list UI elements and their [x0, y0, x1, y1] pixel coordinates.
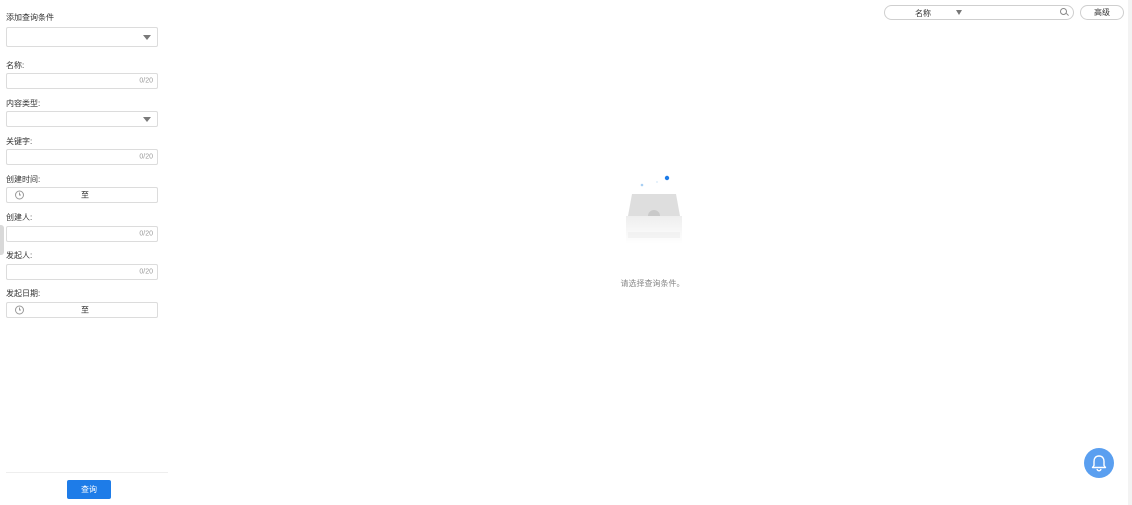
keyword-label: 关键字:: [6, 137, 33, 146]
empty-box-illustration: [626, 175, 682, 244]
empty-state-message: 请选择查询条件。: [620, 279, 685, 288]
panel-divider: [6, 472, 168, 473]
chevron-down-icon[interactable]: [956, 10, 962, 15]
search-bar[interactable]: 名称: [884, 5, 1074, 20]
search-field-select[interactable]: 名称: [915, 8, 931, 19]
initiator-counter: 0/20: [139, 268, 153, 276]
clock-icon: [15, 305, 24, 315]
keyword-input[interactable]: 0/20: [6, 149, 158, 165]
content-type-label: 内容类型:: [6, 99, 41, 108]
clock-icon: [15, 190, 24, 200]
query-button[interactable]: 查询: [67, 480, 111, 499]
range-separator: 至: [81, 190, 89, 200]
add-condition-label: 添加查询条件: [6, 13, 54, 22]
chevron-down-icon: [143, 35, 151, 40]
creator-input[interactable]: 0/20: [6, 226, 158, 242]
initiated-date-label: 发起日期:: [6, 289, 41, 298]
filter-panel: 添加查询条件 名称: 0/20 内容类型: 关键字: 0/20 创建时间: 至 …: [0, 0, 168, 505]
search-icon[interactable]: [1060, 8, 1067, 15]
panel-collapse-handle[interactable]: [0, 225, 4, 255]
name-input[interactable]: 0/20: [6, 73, 158, 89]
add-condition-select[interactable]: [6, 27, 158, 47]
created-time-label: 创建时间:: [6, 175, 41, 184]
creator-counter: 0/20: [139, 230, 153, 238]
chevron-down-icon: [143, 117, 151, 122]
name-label: 名称:: [6, 61, 25, 70]
initiated-date-range[interactable]: 至: [6, 302, 158, 318]
initiator-label: 发起人:: [6, 251, 33, 260]
range-separator: 至: [81, 305, 89, 315]
name-counter: 0/20: [139, 77, 153, 85]
bell-icon: [1091, 455, 1107, 472]
keyword-counter: 0/20: [139, 153, 153, 161]
created-time-range[interactable]: 至: [6, 187, 158, 203]
scrollbar[interactable]: [1128, 0, 1132, 505]
creator-label: 创建人:: [6, 213, 33, 222]
content-type-select[interactable]: [6, 111, 158, 127]
advanced-search-button[interactable]: 高级: [1080, 5, 1124, 20]
notification-button[interactable]: [1084, 448, 1114, 478]
